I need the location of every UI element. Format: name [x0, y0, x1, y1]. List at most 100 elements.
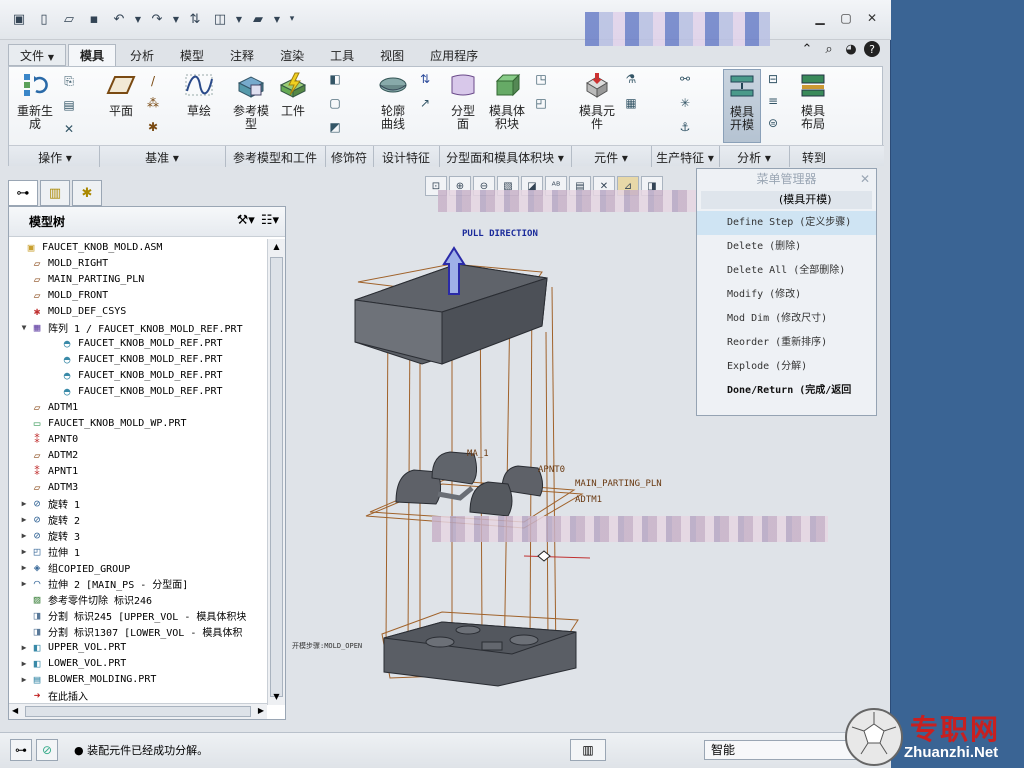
tree-item[interactable]: ◓ FAUCET_KNOB_MOLD_REF.PRT	[9, 351, 267, 367]
tree-item[interactable]: ▱ MOLD_RIGHT	[9, 255, 267, 271]
menu-manager-item[interactable]: Mod Dim (修改尺寸)	[697, 307, 876, 331]
collapse-ribbon-icon[interactable]: ⌃	[798, 40, 816, 58]
waterline-icon[interactable]: ✳	[677, 95, 693, 111]
undo-dropdown-icon[interactable]: ▼	[133, 8, 143, 30]
shrinkage-icon[interactable]: ▢	[327, 95, 343, 111]
tree-item[interactable]: ▶ ⊘ 旋转 2	[9, 511, 267, 527]
help-icon[interactable]: ?	[864, 41, 880, 57]
scroll-right-icon[interactable]: ▶	[258, 706, 264, 715]
casting-icon[interactable]: ⚗	[623, 71, 639, 87]
tab-file[interactable]: 文件 ▼	[8, 44, 66, 66]
expand-toggle-icon[interactable]: ▶	[19, 547, 29, 556]
runner-icon[interactable]: ⇅	[417, 71, 433, 87]
lower-mold-plate[interactable]	[383, 621, 577, 687]
thickness-icon[interactable]: ≡	[765, 93, 781, 109]
tree-settings-icon[interactable]: ⚒▾	[237, 213, 255, 228]
contour-curve-button[interactable]: 轮廓 曲线	[373, 71, 413, 131]
tree-item[interactable]: ⁑ APNT1	[9, 463, 267, 479]
tree-item[interactable]: ▶ ◠ 拉伸 2 [MAIN_PS - 分型面]	[9, 575, 267, 591]
tab-render[interactable]: 渲染	[268, 44, 316, 66]
tree-item[interactable]: ▶ ◰ 拉伸 1	[9, 543, 267, 559]
tree-item[interactable]: ◓ FAUCET_KNOB_MOLD_REF.PRT	[9, 335, 267, 351]
tree-item[interactable]: ▶ ▤ BLOWER_MOLDING.PRT	[9, 671, 267, 687]
axis-icon[interactable]: /	[145, 73, 161, 89]
tree-item[interactable]: ▱ ADTM3	[9, 479, 267, 495]
expand-toggle-icon[interactable]: ▶	[19, 563, 29, 572]
measure-icon[interactable]: ⊟	[765, 71, 781, 87]
parting-surface-button[interactable]: 分型 面	[445, 71, 481, 131]
scroll-thumb[interactable]	[270, 257, 283, 697]
tree-item[interactable]: ◨ 分割 标识1307 [LOWER_VOL - 模具体积	[9, 623, 267, 639]
expand-toggle-icon[interactable]: ▼	[19, 323, 29, 332]
regenerate-button[interactable]: 重新生 成	[13, 71, 57, 131]
tree-item[interactable]: ◓ FAUCET_KNOB_MOLD_REF.PRT	[9, 367, 267, 383]
windows-dropdown-icon[interactable]: ▼	[234, 8, 244, 30]
mold-volume-button[interactable]: 模具体 积块	[485, 71, 529, 131]
scroll-thumb[interactable]	[25, 706, 251, 717]
projected-area-icon[interactable]: ⊜	[765, 115, 781, 131]
tab-model[interactable]: 模型	[168, 44, 216, 66]
expand-toggle-icon[interactable]: ▶	[19, 643, 29, 652]
search-icon[interactable]: ⌕	[820, 40, 838, 58]
cosmetic-icon[interactable]: ◩	[327, 119, 343, 135]
app-icon[interactable]: ▣	[8, 8, 30, 30]
find-icon[interactable]: ▥	[570, 739, 606, 761]
tree-item[interactable]: ▶ ⊘ 旋转 3	[9, 527, 267, 543]
minimize-icon[interactable]: ▁	[809, 8, 831, 28]
expand-toggle-icon[interactable]: ▶	[19, 531, 29, 540]
menu-manager-item[interactable]: Delete All (全部删除)	[697, 259, 876, 283]
community-icon[interactable]: ◕	[842, 40, 860, 58]
tree-filter-icon[interactable]: ☷▾	[261, 213, 279, 228]
expand-toggle-icon[interactable]: ▶	[19, 515, 29, 524]
tree-item[interactable]: ▶ ◈ 组COPIED_GROUP	[9, 559, 267, 575]
tree-item[interactable]: ▶ ◧ LOWER_VOL.PRT	[9, 655, 267, 671]
scroll-up-icon[interactable]: ▲	[268, 239, 285, 255]
tree-item[interactable]: ▱ ADTM1	[9, 399, 267, 415]
paste-icon[interactable]: ▤	[61, 97, 77, 113]
tree-horizontal-scrollbar[interactable]: ◀ ▶	[9, 703, 267, 719]
new-icon[interactable]: ▯	[33, 8, 55, 30]
redo-icon[interactable]: ↷	[146, 8, 168, 30]
group-components[interactable]: 元件 ▾	[573, 149, 649, 166]
menu-manager-item[interactable]: Define Step (定义步骤)	[697, 211, 876, 235]
tree-vertical-scrollbar[interactable]: ▲ ▼	[267, 239, 285, 705]
csys-icon[interactable]: ✱	[145, 119, 161, 135]
folder-browser-tab-icon[interactable]: ▥	[40, 180, 70, 206]
close-icon[interactable]: ✕	[861, 8, 883, 28]
model-tree-tab-icon[interactable]: ⊶	[8, 180, 38, 206]
expand-toggle-icon[interactable]: ▶	[19, 579, 29, 588]
tree-item[interactable]: ▼ ▦ 阵列 1 / FAUCET_KNOB_MOLD_REF.PRT	[9, 319, 267, 335]
tree-item[interactable]: ◨ 分割 标识245 [UPPER_VOL - 模具体积块	[9, 607, 267, 623]
tree-item[interactable]: ◓ FAUCET_KNOB_MOLD_REF.PRT	[9, 383, 267, 399]
reference-model-button[interactable]: 参考模 型	[231, 71, 271, 131]
ejector-pin-icon[interactable]: ⚯	[677, 71, 693, 87]
point-icon[interactable]: ⁂	[145, 95, 161, 111]
molding-icon[interactable]: ▦	[623, 95, 639, 111]
tree-item[interactable]: ✱ MOLD_DEF_CSYS	[9, 303, 267, 319]
expand-toggle-icon[interactable]: ▶	[19, 659, 29, 668]
close-icon[interactable]: ✕	[860, 169, 870, 189]
mold-component-button[interactable]: 模具元 件	[575, 71, 619, 131]
plane-button[interactable]: 平面	[103, 71, 139, 118]
sketch-button[interactable]: 草绘	[181, 71, 217, 118]
tab-applications[interactable]: 应用程序	[418, 44, 490, 66]
workpiece-button[interactable]: 工件	[275, 71, 311, 118]
copy-icon[interactable]: ⎘	[61, 73, 77, 89]
delete-icon[interactable]: ✕	[61, 121, 77, 137]
tree-item[interactable]: ⁑ APNT0	[9, 431, 267, 447]
folder-icon[interactable]: ▰	[247, 8, 269, 30]
volume-tools-icon[interactable]: ◳	[533, 71, 549, 87]
favorites-tab-icon[interactable]: ✱	[72, 180, 102, 206]
split-icon[interactable]: ◰	[533, 95, 549, 111]
menu-manager-item[interactable]: Modify (修改)	[697, 283, 876, 307]
group-datum[interactable]: 基准 ▾	[101, 149, 223, 166]
tree-item[interactable]: ▱ MAIN_PARTING_PLN	[9, 271, 267, 287]
cooling-icon[interactable]: ↗	[417, 95, 433, 111]
expand-toggle-icon[interactable]: ▶	[19, 499, 29, 508]
menu-manager-item[interactable]: Done/Return (完成/返回	[697, 379, 876, 403]
redo-dropdown-icon[interactable]: ▼	[171, 8, 181, 30]
model-tree-toggle-icon[interactable]: ⊶	[10, 739, 32, 761]
regenerate-icon[interactable]: ⇅	[184, 8, 206, 30]
group-operations[interactable]: 操作 ▾	[11, 149, 99, 166]
expand-toggle-icon[interactable]: ▶	[19, 675, 29, 684]
